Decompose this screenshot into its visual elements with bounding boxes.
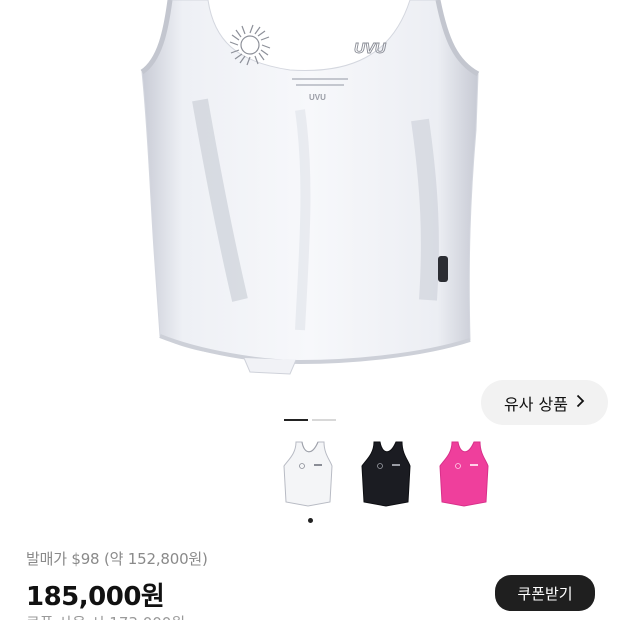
selected-thumbnail-dot — [308, 518, 313, 523]
coupon-price-line: 쿠폰 사용 시 173,000원 — [26, 612, 185, 620]
chevron-right-icon — [576, 394, 585, 411]
pager-indicator-1[interactable] — [284, 419, 308, 421]
tank-top-illustration: UVU UVU — [140, 0, 480, 375]
svg-text:UVU: UVU — [354, 40, 387, 57]
color-thumbnails — [282, 440, 490, 508]
product-image[interactable]: UVU UVU — [0, 0, 620, 380]
thumbnail-pink[interactable] — [438, 440, 490, 508]
pager-indicator-2[interactable] — [312, 419, 336, 421]
thumbnail-white[interactable] — [282, 440, 334, 508]
svg-text:UVU: UVU — [309, 93, 326, 102]
thumbnail-black[interactable] — [360, 440, 412, 508]
similar-products-button[interactable]: 유사 상품 — [481, 380, 608, 425]
current-price: 185,000원 — [26, 582, 165, 612]
retail-price: 발매가 $98 (약 152,800원) — [26, 550, 208, 568]
get-coupon-button[interactable]: 쿠폰받기 — [495, 575, 595, 611]
image-pager — [284, 419, 336, 422]
similar-products-label: 유사 상품 — [504, 394, 568, 414]
